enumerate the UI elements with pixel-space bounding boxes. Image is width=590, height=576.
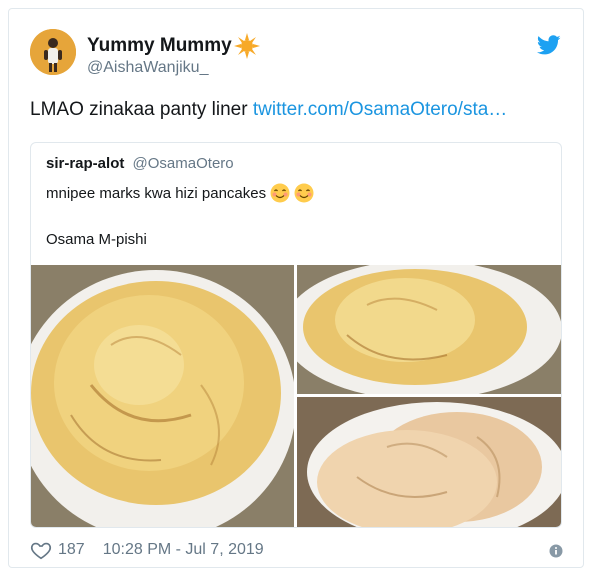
pancake-photo-3[interactable] <box>297 397 561 527</box>
pancake-photo-2[interactable] <box>297 265 561 394</box>
like-count[interactable]: 187 <box>58 541 85 559</box>
quoted-tweet-header: sir-rap-alot @OsamaOtero <box>46 155 234 172</box>
tweet-body-text: LMAO zinakaa panty liner <box>30 99 253 120</box>
quoted-signature: Osama M-pishi <box>46 231 147 248</box>
author-name[interactable]: Yummy Mummy <box>87 33 260 59</box>
quoted-author-name[interactable]: sir-rap-alot <box>46 155 124 172</box>
twitter-bird-icon[interactable] <box>537 33 561 57</box>
quoted-author-handle[interactable]: @OsamaOtero <box>133 155 234 172</box>
info-icon[interactable] <box>549 544 563 558</box>
sun-emoji-icon <box>233 33 260 59</box>
author-handle[interactable]: @AishaWanjiku_ <box>87 59 208 77</box>
heart-icon[interactable] <box>30 539 52 561</box>
quoted-text-line: mnipee marks kwa hizi pancakes <box>46 183 314 203</box>
tweet-text: LMAO zinakaa panty liner twitter.com/Osa… <box>30 99 507 121</box>
tweet-footer: 187 10:28 PM - Jul 7, 2019 <box>30 539 264 561</box>
tweet-link[interactable]: twitter.com/OsamaOtero/sta… <box>253 99 507 120</box>
quoted-text: mnipee marks kwa hizi pancakes <box>46 184 267 202</box>
smiling-face-emoji-icon <box>270 183 290 203</box>
embedded-tweet-card: Yummy Mummy @AishaWanjiku_ LMAO zinakaa … <box>8 8 584 568</box>
author-name-text[interactable]: Yummy Mummy <box>87 35 232 57</box>
smiling-face-emoji-icon <box>294 183 314 203</box>
author-avatar[interactable] <box>30 29 76 75</box>
tweet-timestamp[interactable]: 10:28 PM - Jul 7, 2019 <box>103 541 264 559</box>
pancake-photo-1[interactable] <box>31 265 294 527</box>
quoted-tweet[interactable]: sir-rap-alot @OsamaOtero mnipee marks kw… <box>30 142 562 528</box>
